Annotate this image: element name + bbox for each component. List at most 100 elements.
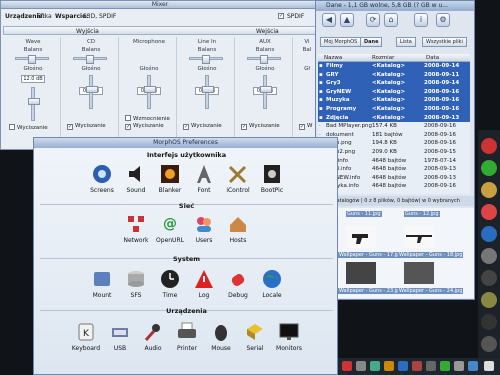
col-name-header[interactable]: Nazwa <box>324 55 342 61</box>
folder-row[interactable]: ▪ Zdjęcia <Katalog> 2008-09-13 <box>318 113 470 123</box>
taskbar-icon[interactable] <box>370 361 380 371</box>
pref-sound[interactable]: Sound <box>118 163 154 194</box>
file-row[interactable]: · dokument 181 bajtów 2008-09-16 <box>318 131 470 140</box>
pref-network[interactable]: Network <box>118 213 154 244</box>
pref-mount[interactable]: Mount <box>84 268 120 299</box>
back-icon[interactable]: ◀ <box>322 13 336 27</box>
pref-bootpic[interactable]: BootPic <box>254 163 290 194</box>
folder-row[interactable]: ▪ Programy <Katalog> 2008-09-16 <box>318 104 470 114</box>
pref-time[interactable]: Time <box>152 268 188 299</box>
taskbar-icon[interactable] <box>468 361 478 371</box>
pref-sfs[interactable]: SFS <box>118 268 154 299</box>
dock-app-icon[interactable] <box>481 138 497 154</box>
gun-thumbnail[interactable] <box>404 226 434 248</box>
file-row[interactable]: ·Muzyka.info4648 bajtów2008-09-16 <box>318 182 470 191</box>
pref-keyboard[interactable]: K Keyboard <box>68 321 104 352</box>
taskbar-icon[interactable] <box>384 361 394 371</box>
volume-slider[interactable] <box>28 87 40 121</box>
balance-slider[interactable] <box>247 55 281 64</box>
taskbar-icon[interactable] <box>356 361 366 371</box>
col-date-header[interactable]: Data <box>426 55 439 61</box>
dane-button[interactable]: Dane <box>360 37 383 47</box>
balance-slider[interactable] <box>15 55 49 64</box>
file-row[interactable]: ·Grab2.png209.0 KB2008-09-15 <box>318 148 470 157</box>
dock-app-icon[interactable] <box>481 248 497 264</box>
gun-thumbnail[interactable] <box>346 226 376 248</box>
reload-icon[interactable]: ⟳ <box>366 13 380 27</box>
folder-row[interactable]: ▪ Gry3 <Katalog> 2008-09-14 <box>318 79 470 88</box>
pref-locale[interactable]: Locale <box>254 268 290 299</box>
pref-font[interactable]: Font <box>186 163 222 194</box>
mute-checkbox[interactable]: ✓ <box>299 124 305 130</box>
tab-inputs[interactable]: Wejścia <box>256 28 279 35</box>
mute-checkbox[interactable] <box>9 124 15 130</box>
folder-row[interactable]: ▪ GryNEW <Katalog> 2008-09-16 <box>318 87 470 97</box>
volume-slider[interactable] <box>260 75 272 109</box>
file-row[interactable]: ·GryNEW.info4648 bajtów2008-09-13 <box>318 174 470 183</box>
folder-row[interactable]: ▪ GRY <Katalog> 2008-09-11 <box>318 70 470 80</box>
boost-checkbox[interactable] <box>125 115 131 121</box>
file-row[interactable]: ·Gry3.info4648 bajtów2008-09-13 <box>318 165 470 174</box>
mute-toggle[interactable]: ✓ Wyciszanie <box>67 123 106 130</box>
spdif-checkbox[interactable]: ✓ <box>278 13 284 19</box>
pref-log[interactable]: Log <box>186 268 222 299</box>
mute-checkbox[interactable]: ✓ <box>125 124 131 130</box>
volume-slider[interactable] <box>144 75 156 109</box>
boost-toggle[interactable]: Wzmocnienie <box>125 114 170 122</box>
balance-slider[interactable] <box>73 55 107 64</box>
list-view-button[interactable]: Lista <box>396 37 416 47</box>
dock-app-icon[interactable] <box>481 314 497 330</box>
taskbar-icon[interactable] <box>412 361 422 371</box>
pref-icontrol[interactable]: iControl <box>220 163 256 194</box>
balance-slider[interactable] <box>189 55 223 64</box>
dock-app-icon[interactable] <box>481 336 497 352</box>
file-row[interactable]: ·GRY.info4648 bajtów1978-07-14 <box>318 157 470 166</box>
file-row[interactable]: ·Grab.png194.8 KB2008-09-16 <box>318 139 470 148</box>
folder-row[interactable]: ▪ Muzyka <Katalog> 2008-09-16 <box>318 96 470 105</box>
taskbar-icon[interactable] <box>484 361 494 371</box>
col-size-header[interactable]: Rozmiar <box>372 55 394 61</box>
pref-printer[interactable]: Printer <box>169 321 205 352</box>
taskbar-icon[interactable] <box>440 361 450 371</box>
volume-slider[interactable] <box>202 75 214 109</box>
dock-app-icon[interactable] <box>481 182 497 198</box>
dock-app-icon[interactable] <box>481 160 497 176</box>
mute-checkbox[interactable]: ✓ <box>67 124 73 130</box>
all-files-button[interactable]: Wszystkie pliki <box>422 37 467 47</box>
pref-mouse[interactable]: Mouse <box>203 321 239 352</box>
info-icon[interactable]: i <box>414 13 428 27</box>
dock-app-icon[interactable] <box>481 226 497 242</box>
parent-icon[interactable]: ▲ <box>340 13 354 27</box>
mute-toggle[interactable]: ✓ Wyciszanie <box>241 123 280 130</box>
pref-screens[interactable]: Screens <box>84 163 120 194</box>
settings-icon[interactable]: ⚙ <box>436 13 450 27</box>
pref-audio[interactable]: Audio <box>135 321 171 352</box>
taskbar-icon[interactable] <box>342 361 352 371</box>
mute-toggle[interactable]: ✓ Wyciszanie <box>125 123 164 130</box>
dock-app-icon[interactable] <box>481 292 497 308</box>
mute-checkbox[interactable]: ✓ <box>241 124 247 130</box>
dock-app-icon[interactable] <box>481 204 497 220</box>
home-icon[interactable]: ⌂ <box>384 13 398 27</box>
volume-slider[interactable] <box>86 75 98 109</box>
mute-toggle[interactable]: ✓ W <box>299 123 312 130</box>
pref-openurl[interactable]: @ OpenURL <box>152 213 188 244</box>
dock-app-icon[interactable] <box>481 270 497 286</box>
taskbar-icon[interactable] <box>454 361 464 371</box>
folder-row[interactable]: ▪ Filmy <Katalog> 2008-09-14 <box>318 62 470 71</box>
mute-checkbox[interactable]: ✓ <box>183 124 189 130</box>
tab-outputs[interactable]: Wyjścia <box>76 28 99 35</box>
pref-debug[interactable]: Debug <box>220 268 256 299</box>
taskbar-icon[interactable] <box>398 361 408 371</box>
file-list[interactable]: Nazwa Rozmiar Data ▪ Filmy <Katalog> 2008-0… <box>318 54 470 194</box>
mute-toggle[interactable]: ✓ Wyciszanie <box>183 123 222 130</box>
wallpaper-thumbnail[interactable] <box>404 262 434 284</box>
pref-serial[interactable]: Serial <box>237 321 273 352</box>
pref-monitors[interactable]: Monitors <box>271 321 307 352</box>
wallpaper-thumbnail[interactable] <box>346 262 376 284</box>
mute-toggle[interactable]: Wyciszanie <box>9 123 48 131</box>
pref-usb[interactable]: USB <box>102 321 138 352</box>
pref-blanker[interactable]: Blanker <box>152 163 188 194</box>
my-morphos-button[interactable]: Mój MorphOS <box>320 37 362 47</box>
taskbar-icon[interactable] <box>426 361 436 371</box>
